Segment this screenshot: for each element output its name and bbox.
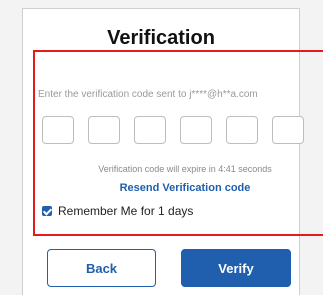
code-digit-6[interactable] — [272, 116, 304, 144]
remember-me-option[interactable]: Remember Me for 1 days — [42, 204, 193, 218]
verification-prompt: Enter the verification code sent to j***… — [38, 89, 258, 100]
expiry-text: Verification code will expire in 4:41 se… — [98, 164, 272, 174]
back-button[interactable]: Back — [47, 249, 156, 287]
code-digit-4[interactable] — [180, 116, 212, 144]
remember-me-checkbox[interactable] — [42, 206, 52, 216]
code-digit-2[interactable] — [88, 116, 120, 144]
page-title: Verification — [107, 27, 215, 49]
code-digit-3[interactable] — [134, 116, 166, 144]
verify-button[interactable]: Verify — [181, 249, 291, 287]
remember-me-label: Remember Me for 1 days — [58, 204, 194, 218]
code-digit-5[interactable] — [226, 116, 258, 144]
resend-code-link[interactable]: Resend Verification code — [30, 182, 323, 194]
code-input-row — [42, 116, 318, 144]
code-digit-1[interactable] — [42, 116, 74, 144]
